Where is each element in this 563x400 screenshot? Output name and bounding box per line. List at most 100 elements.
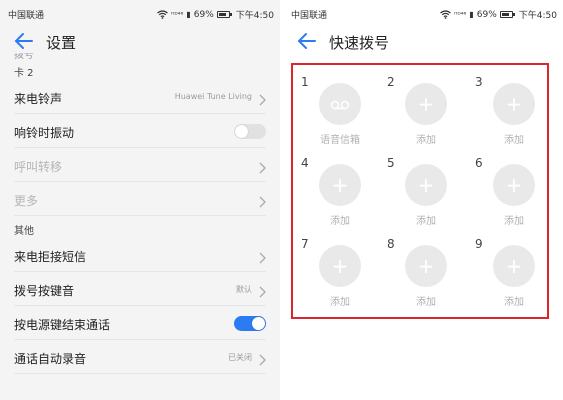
network-type-label: ᴴᴰ⁴⁶	[454, 10, 467, 19]
plus-icon: +	[417, 92, 435, 116]
chevron-right-icon	[258, 193, 266, 208]
clock: 下午4:50	[235, 11, 274, 21]
speed-dial-slot-4: 4 + 添加	[301, 156, 381, 236]
chevron-right-icon	[258, 159, 266, 174]
speed-dial-slot-7: 7 + 添加	[301, 237, 381, 317]
speed-dial-slot-1: 1 语音信箱	[301, 75, 381, 155]
slot-button[interactable]: +	[493, 164, 535, 206]
settings-row: 更多	[14, 182, 266, 216]
settings-row[interactable]: 按电源键结束通话	[14, 306, 266, 340]
speed-dial-header: 快速拨号	[283, 26, 563, 58]
settings-row-label: 来电拒接短信	[14, 250, 87, 264]
slot-button[interactable]: +	[319, 245, 361, 287]
speed-dial-grid: 1 语音信箱 2 + 添加 3 + 添加 4 + 添加 5 + 添加 6 + 添加 7 + 添加 8 + 添加 9 + 添加	[291, 63, 549, 319]
slot-caption: 添加	[504, 216, 524, 227]
slot-caption: 添加	[504, 135, 524, 146]
settings-row-value: Huawei Tune Living	[174, 92, 252, 101]
page-title: 设置	[46, 34, 77, 52]
slot-caption: 添加	[416, 216, 436, 227]
slot-number: 6	[475, 156, 483, 170]
slot-caption: 添加	[416, 135, 436, 146]
slot-number: 4	[301, 156, 309, 170]
wifi-icon	[157, 10, 168, 19]
slot-number: 8	[387, 237, 395, 251]
slot-button[interactable]: +	[405, 83, 447, 125]
speed-dial-slot-5: 5 + 添加	[387, 156, 467, 236]
speed-dial-slot-6: 6 + 添加	[475, 156, 555, 236]
slot-caption: 添加	[416, 297, 436, 308]
slot-number: 3	[475, 75, 483, 89]
settings-row[interactable]: 来电拒接短信	[14, 238, 266, 272]
chevron-right-icon	[258, 249, 266, 264]
carrier-label: 中国联通	[291, 11, 328, 21]
signal-icon: ▮	[469, 10, 474, 19]
back-arrow-icon[interactable]	[297, 31, 317, 51]
settings-row[interactable]: 响铃时振动	[14, 114, 266, 148]
settings-row: 呼叫转移	[14, 148, 266, 182]
slot-button[interactable]: +	[493, 83, 535, 125]
settings-row-label: 响铃时振动	[14, 126, 75, 140]
status-bar: 中国联通 ᴴᴰ⁴⁶ ▮ 69% 下午4:50	[0, 0, 280, 26]
slot-number: 9	[475, 237, 483, 251]
signal-icon: ▮	[186, 10, 191, 19]
slot-number: 5	[387, 156, 395, 170]
speed-dial-screen: 中国联通 ᴴᴰ⁴⁶ ▮ 69% 下午4:50 快速拨号 1 语音信箱 2 + 添加 3 + 添…	[283, 0, 563, 400]
slot-caption: 添加	[330, 216, 350, 227]
settings-row-label: 通话自动录音	[14, 352, 87, 366]
chevron-right-icon	[258, 283, 266, 298]
battery-percent: 69%	[193, 9, 214, 20]
status-bar: 中国联通 ᴴᴰ⁴⁶ ▮ 69% 下午4:50	[283, 0, 563, 26]
settings-row-value: 默认	[236, 285, 252, 294]
plus-icon: +	[331, 173, 349, 197]
slot-button[interactable]: +	[319, 164, 361, 206]
clock: 下午4:50	[518, 11, 557, 21]
voicemail-icon	[330, 95, 350, 114]
speed-dial-slot-9: 9 + 添加	[475, 237, 555, 317]
slot-button[interactable]	[319, 83, 361, 125]
wifi-icon	[440, 10, 451, 19]
settings-row-label: 来电铃声	[14, 92, 63, 106]
settings-screen: 中国联通 ᴴᴰ⁴⁶ ▮ 69% 下午4:50 设置 拨号 卡 2 来电铃声 Huaw…	[0, 0, 280, 400]
settings-list: 卡 2 来电铃声 Huawei Tune Living 响铃时振动 呼叫转移 更多 其他 来电…	[0, 58, 280, 374]
chevron-right-icon	[258, 351, 266, 366]
speed-dial-slot-3: 3 + 添加	[475, 75, 555, 155]
settings-row-label: 拨号按键音	[14, 284, 75, 298]
slot-number: 1	[301, 75, 309, 89]
section-header: 卡 2	[14, 68, 34, 79]
settings-row-label: 呼叫转移	[14, 160, 63, 174]
battery-icon	[499, 11, 515, 18]
slot-caption: 添加	[330, 297, 350, 308]
toggle-switch[interactable]	[234, 124, 266, 139]
slot-caption: 语音信箱	[320, 135, 360, 146]
slot-caption: 添加	[504, 297, 524, 308]
slot-button[interactable]: +	[405, 164, 447, 206]
chevron-right-icon	[258, 91, 266, 106]
plus-icon: +	[331, 254, 349, 278]
slot-number: 7	[301, 237, 309, 251]
settings-row-label: 更多	[14, 194, 39, 208]
page-title: 快速拨号	[329, 34, 390, 52]
plus-icon: +	[417, 254, 435, 278]
back-arrow-icon[interactable]	[14, 31, 34, 51]
slot-button[interactable]: +	[493, 245, 535, 287]
section-header: 其他	[14, 226, 34, 237]
slot-number: 2	[387, 75, 395, 89]
plus-icon: +	[417, 173, 435, 197]
speed-dial-slot-8: 8 + 添加	[387, 237, 467, 317]
carrier-label: 中国联通	[8, 11, 45, 21]
settings-row[interactable]: 通话自动录音 已关闭	[14, 340, 266, 374]
settings-row-value: 已关闭	[228, 353, 252, 362]
toggle-switch[interactable]	[234, 316, 266, 331]
battery-percent: 69%	[476, 9, 497, 20]
speed-dial-slot-2: 2 + 添加	[387, 75, 467, 155]
settings-row[interactable]: 来电铃声 Huawei Tune Living	[14, 80, 266, 114]
network-type-label: ᴴᴰ⁴⁶	[171, 10, 184, 19]
settings-header: 设置	[0, 26, 280, 58]
settings-row-label: 按电源键结束通话	[14, 318, 111, 332]
battery-icon	[216, 11, 232, 18]
plus-icon: +	[505, 254, 523, 278]
plus-icon: +	[505, 173, 523, 197]
settings-row[interactable]: 拨号按键音 默认	[14, 272, 266, 306]
plus-icon: +	[505, 92, 523, 116]
slot-button[interactable]: +	[405, 245, 447, 287]
